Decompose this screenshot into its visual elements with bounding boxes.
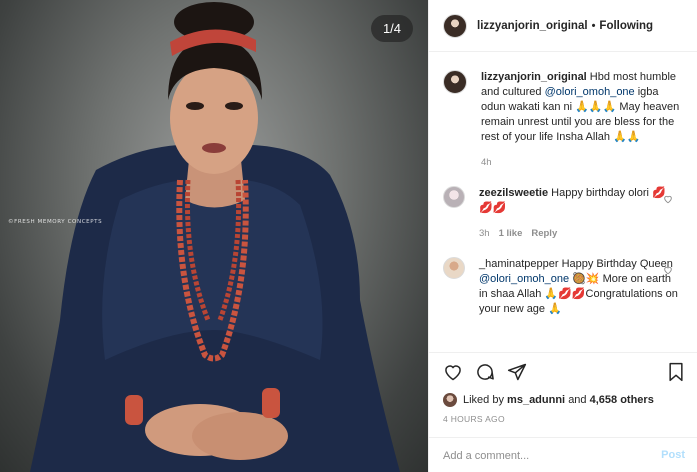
following-button[interactable]: Following [599, 20, 653, 32]
post-timestamp[interactable]: 4 HOURS AGO [443, 414, 505, 424]
likes-summary: Liked by ms_adunni and 4,658 others [443, 393, 654, 407]
commenter-avatar[interactable] [443, 186, 465, 208]
comments-list[interactable]: lizzyanjorin_original Hbd most humble an… [429, 53, 697, 353]
heart-icon[interactable] [443, 362, 463, 385]
liked-by-user[interactable]: ms_adunni [507, 394, 565, 406]
liked-by-count[interactable]: 4,658 others [590, 394, 654, 406]
post-side-panel: lizzyanjorin_original • Following lizzya… [428, 0, 697, 472]
post-button[interactable]: Post [661, 449, 685, 461]
author-username[interactable]: lizzyanjorin_original [477, 20, 588, 32]
comment-text-1: Happy Birthday Queen [558, 258, 673, 270]
small-heart-icon[interactable] [663, 194, 673, 207]
comment-mention[interactable]: @olori_omoh_one [479, 273, 569, 285]
caption-avatar[interactable] [443, 70, 467, 94]
action-bar [443, 362, 527, 385]
header-separator: • [591, 19, 596, 32]
portrait-illustration [30, 2, 400, 472]
caption-comment: lizzyanjorin_original Hbd most humble an… [443, 70, 683, 170]
comment-icon[interactable] [475, 362, 495, 385]
bookmark-icon[interactable] [667, 362, 685, 385]
post-header: lizzyanjorin_original • Following [429, 0, 697, 52]
comment-time[interactable]: 3h [479, 226, 490, 241]
commenter-avatar[interactable] [443, 257, 465, 279]
liked-by-mid: and [568, 394, 587, 406]
post-photo[interactable]: 1/4 ©FRESH MEMORY CONCEPTS [0, 0, 428, 472]
small-heart-icon[interactable] [663, 265, 673, 278]
author-avatar[interactable] [443, 13, 467, 38]
caption-time[interactable]: 4h [481, 155, 492, 170]
comment-username[interactable]: _haminatpepper [479, 258, 559, 270]
reply-button[interactable]: Reply [531, 226, 557, 241]
share-icon[interactable] [507, 362, 527, 385]
photo-watermark: ©FRESH MEMORY CONCEPTS [8, 219, 103, 225]
liker-avatar[interactable] [443, 393, 457, 407]
comment-item: _haminatpepper Happy Birthday Queen @olo… [443, 257, 683, 317]
caption-mention[interactable]: @olori_omoh_one [545, 86, 635, 98]
liked-by-prefix: Liked by [463, 394, 504, 406]
slide-counter: 1/4 [371, 15, 413, 42]
comment-input[interactable] [443, 447, 643, 465]
comment-item: zeezilsweetie Happy birthday olori 💋💋💋 3… [443, 186, 683, 241]
comment-username[interactable]: zeezilsweetie [479, 187, 548, 199]
comment-likes[interactable]: 1 like [499, 226, 523, 241]
add-comment-bar: Post [429, 437, 697, 472]
caption-username[interactable]: lizzyanjorin_original [481, 71, 587, 83]
post-footer: Liked by ms_adunni and 4,658 others 4 HO… [429, 352, 697, 472]
